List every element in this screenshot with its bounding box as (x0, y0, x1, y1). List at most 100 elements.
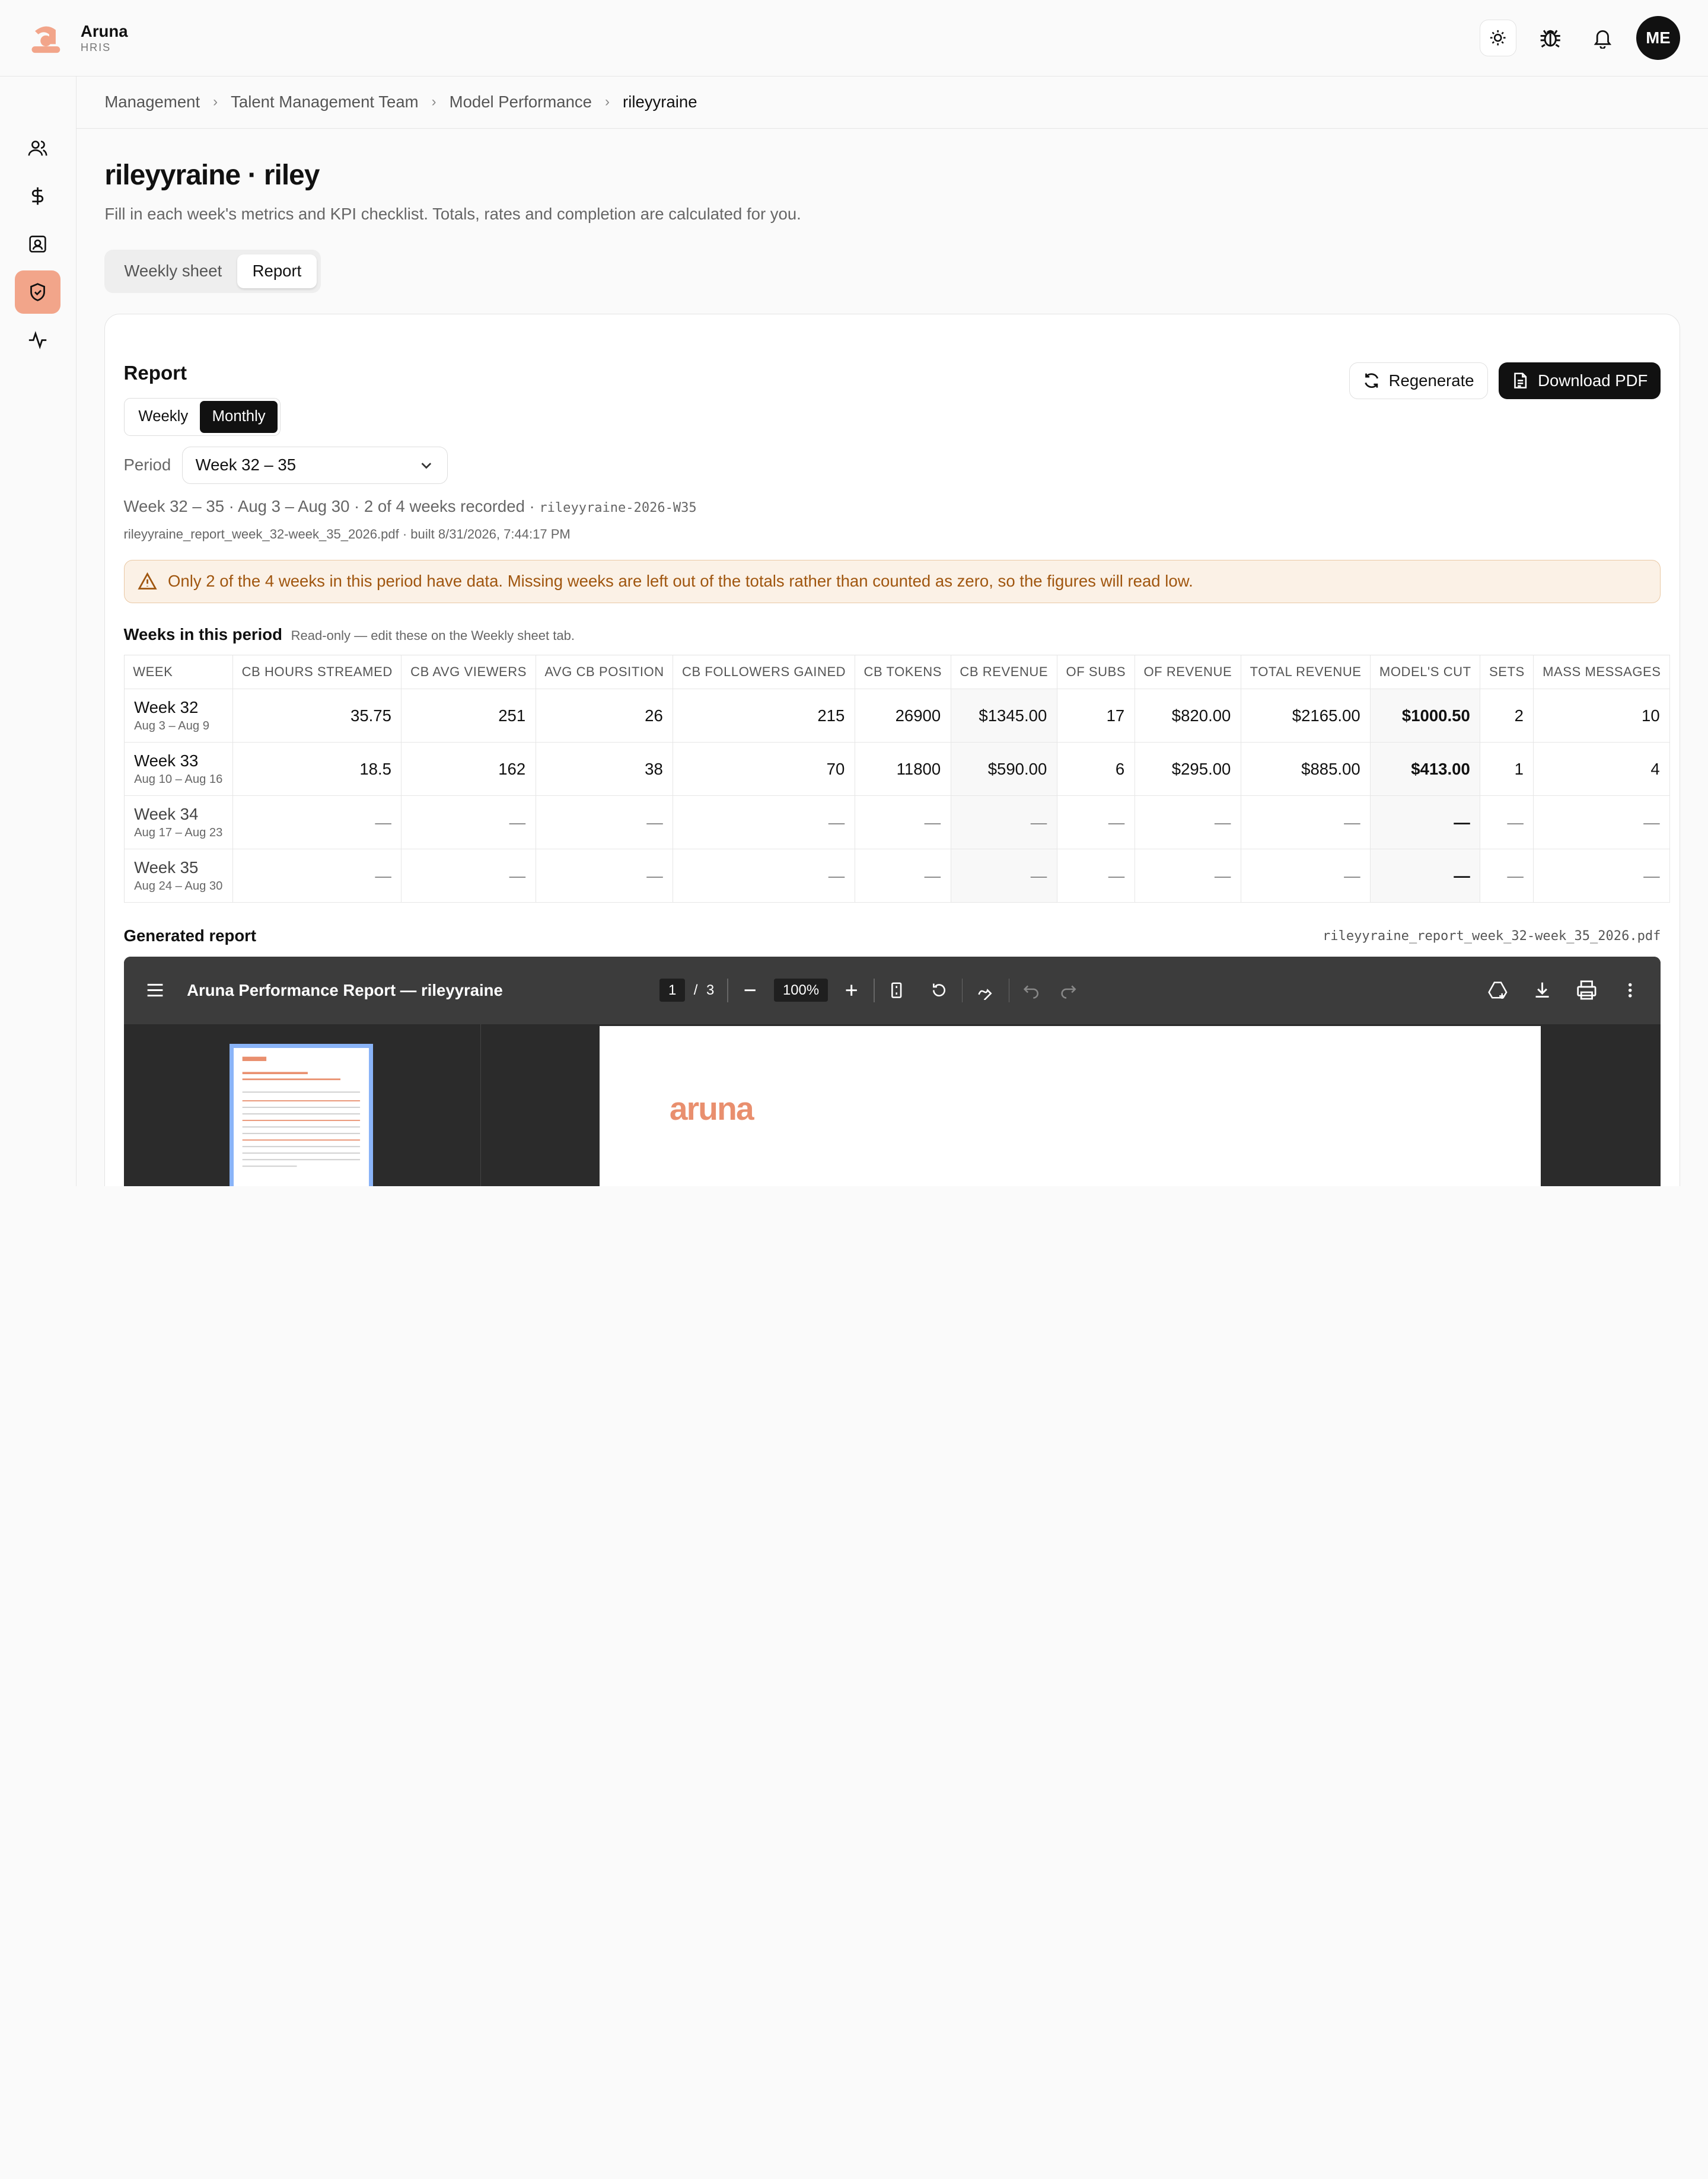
period-select[interactable]: Week 32 – 35 (181, 447, 448, 484)
table-cell: 162 (401, 742, 536, 796)
toolbar-divider (961, 978, 963, 1002)
pdf-thumbnails (124, 1024, 482, 1187)
page-title: rileyyraine · riley (104, 160, 320, 192)
table-cell: — (401, 849, 536, 903)
sidebar-item-payroll[interactable] (15, 174, 60, 218)
breadcrumb-management[interactable]: Management (104, 93, 200, 112)
page-tabs: Weekly sheet Report (104, 250, 321, 293)
pdf-page-input[interactable]: 1 (659, 979, 686, 1002)
report-mode-toggle: Weekly Monthly (123, 397, 281, 436)
generated-report-header: Generated report rileyyraine_report_week… (124, 926, 1661, 945)
rotate-icon[interactable] (929, 980, 949, 1000)
table-cell: 6 (1057, 742, 1135, 796)
menu-icon[interactable] (145, 980, 165, 1000)
chevron-right-icon: › (605, 94, 610, 110)
sidebar-item-activity[interactable] (15, 318, 60, 361)
sidebar-item-people[interactable] (15, 126, 60, 170)
table-cell: 10 (1533, 689, 1671, 743)
table-cell: 38 (536, 742, 674, 796)
pdf-thumbnail-page-1[interactable] (229, 1043, 374, 1187)
breadcrumb-model-performance[interactable]: Model Performance (450, 93, 592, 112)
sidebar-item-directory[interactable] (15, 222, 60, 266)
table-cell: 11800 (855, 742, 951, 796)
weeks-note: Read-only — edit these on the Weekly she… (291, 627, 575, 643)
pdf-toolbar: Aruna Performance Report — rileyyraine 1… (123, 956, 1661, 1024)
app-subtitle: HRIS (80, 41, 111, 54)
period-summary-text: Week 32 – 35 · Aug 3 – Aug 30 · 2 of 4 w… (123, 496, 540, 515)
refresh-icon (1364, 373, 1378, 388)
table-cell: — (1533, 795, 1671, 849)
pdf-zoom-level[interactable]: 100% (774, 979, 828, 1002)
print-icon[interactable] (1576, 979, 1598, 1001)
breadcrumb: Management › Talent Management Team › Mo… (76, 77, 1708, 129)
notifications-button[interactable] (1584, 20, 1621, 56)
download-icon[interactable] (1532, 980, 1552, 1000)
download-pdf-label: Download PDF (1538, 371, 1648, 390)
weeks-table: WEEK CB HOURS STREAMED CB AVG VIEWERS AV… (123, 655, 1671, 903)
report-code: rileyyraine-2026-W35 (539, 500, 697, 515)
download-pdf-button[interactable]: Download PDF (1499, 362, 1661, 400)
undo-icon[interactable] (1022, 982, 1040, 999)
table-cell: — (855, 795, 951, 849)
main-content: Management › Talent Management Team › Mo… (76, 77, 1708, 1187)
table-cell: — (1057, 795, 1135, 849)
table-cell: 1 (1480, 742, 1534, 796)
alert-text: Only 2 of the 4 weeks in this period hav… (168, 572, 1193, 591)
table-cell: — (536, 849, 674, 903)
user-avatar[interactable]: ME (1636, 16, 1680, 60)
fit-page-icon[interactable] (888, 982, 905, 999)
regenerate-button[interactable]: Regenerate (1349, 362, 1488, 400)
annotate-icon[interactable] (976, 980, 995, 1001)
report-bug-button[interactable] (1532, 20, 1569, 56)
week-cell: Week 33 Aug 10 – Aug 16 (124, 742, 233, 796)
dollar-icon (32, 187, 44, 205)
table-cell: — (1135, 849, 1241, 903)
table-cell: — (1370, 849, 1481, 903)
table-cell: — (1480, 795, 1534, 849)
tab-report[interactable]: Report (237, 254, 317, 289)
pdf-body: aruna (124, 1024, 1661, 1187)
app-name: Aruna (80, 22, 128, 41)
drive-add-icon[interactable] (1487, 979, 1509, 1001)
breadcrumb-team[interactable]: Talent Management Team (231, 93, 418, 112)
col-mass-messages: MASS MESSAGES (1533, 655, 1671, 689)
theme-toggle-button[interactable] (1479, 19, 1517, 56)
week-name: Week 32 (134, 698, 199, 717)
pdf-page-total: 3 (706, 982, 715, 998)
thumbnail-preview (242, 1056, 360, 1167)
table-cell: — (1533, 849, 1671, 903)
pdf-title: Aruna Performance Report — rileyyraine (187, 980, 503, 999)
breadcrumb-current: rileyyraine (623, 93, 697, 112)
page-subtitle: Fill in each week's metrics and KPI chec… (104, 205, 801, 224)
table-cell: — (401, 795, 536, 849)
week-name: Week 33 (134, 751, 199, 770)
week-range: Aug 10 – Aug 16 (134, 772, 223, 786)
table-cell: — (1135, 795, 1241, 849)
mode-weekly-button[interactable]: Weekly (126, 401, 200, 434)
tab-weekly-sheet[interactable]: Weekly sheet (109, 254, 237, 289)
week-name: Week 35 (134, 858, 199, 877)
table-cell: $1000.50 (1370, 689, 1481, 743)
table-cell: $820.00 (1135, 689, 1241, 743)
more-vertical-icon[interactable] (1621, 982, 1639, 999)
zoom-out-icon[interactable] (741, 982, 759, 999)
build-info: rileyyraine_report_week_32-week_35_2026.… (123, 527, 571, 542)
week-cell: Week 34 Aug 17 – Aug 23 (124, 795, 233, 849)
sidebar-item-performance[interactable] (15, 270, 61, 314)
table-cell: — (673, 849, 855, 903)
brand[interactable]: Aruna HRIS (28, 20, 128, 55)
missing-weeks-alert: Only 2 of the 4 weeks in this period hav… (123, 559, 1661, 603)
week-cell: Week 32 Aug 3 – Aug 9 (124, 689, 233, 743)
table-cell: — (1241, 849, 1371, 903)
table-header-row: WEEK CB HOURS STREAMED CB AVG VIEWERS AV… (124, 655, 1671, 689)
zoom-in-icon[interactable] (843, 982, 860, 999)
sidebar (0, 76, 77, 1187)
table-cell: — (951, 795, 1057, 849)
weeks-table-body: Week 32 Aug 3 – Aug 9 35.75 251 26 215 26900 $1… (124, 689, 1671, 903)
table-cell: — (232, 795, 402, 849)
table-cell: $590.00 (951, 742, 1057, 796)
table-cell: — (536, 795, 674, 849)
col-of-subs: OF SUBS (1057, 655, 1135, 689)
mode-monthly-button[interactable]: Monthly (200, 400, 278, 434)
redo-icon[interactable] (1060, 982, 1077, 999)
